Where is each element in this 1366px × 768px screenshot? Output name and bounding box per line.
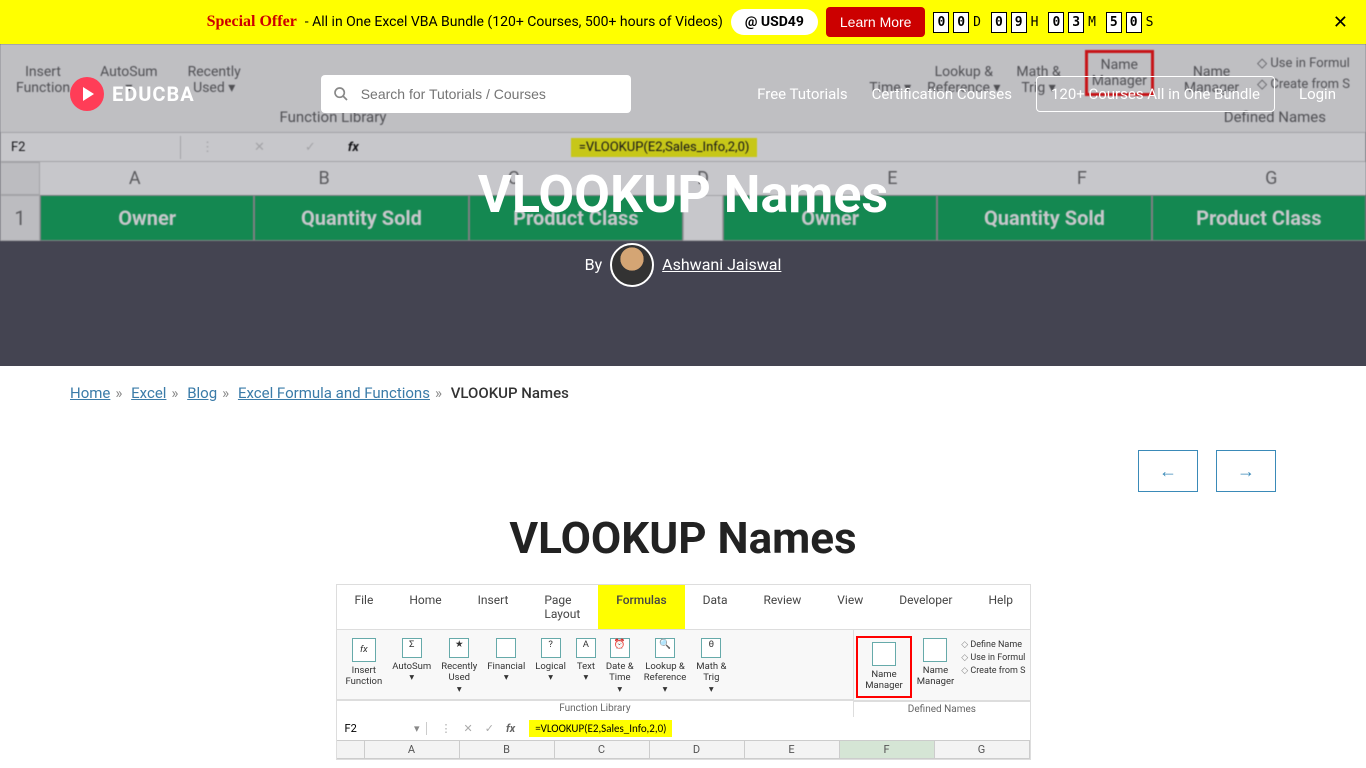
formula-bar: F2 ⋮✕✓fx =VLOOKUP(E2,Sales_Info,2,0): [337, 717, 1030, 741]
breadcrumb-excel[interactable]: Excel: [131, 384, 166, 402]
ribbon-name-manager-2: Name Manager: [912, 636, 959, 690]
formula-value: =VLOOKUP(E2,Sales_Info,2,0): [529, 720, 672, 737]
tab-file: File: [337, 585, 392, 629]
page-title: VLOOKUP Names: [478, 164, 888, 225]
price-badge: @ USD49: [731, 9, 818, 35]
close-icon[interactable]: ✕: [1333, 12, 1348, 33]
excel-tabs: File Home Insert Page Layout Formulas Da…: [337, 585, 1030, 630]
breadcrumb: Home» Excel» Blog» Excel Formula and Fun…: [0, 366, 1366, 420]
promo-bar: Special Offer - All in One Excel VBA Bun…: [0, 0, 1366, 44]
tab-formulas: Formulas: [598, 585, 684, 629]
ribbon-defined-names-list: Define Name Use in Formul Create from S: [959, 636, 1027, 680]
col-a: A: [365, 741, 460, 758]
countdown-m2: 3: [1068, 12, 1084, 33]
special-offer-label: Special Offer: [207, 13, 297, 31]
col-g: G: [935, 741, 1030, 758]
cell-reference: F2: [337, 722, 427, 735]
countdown-h1: 0: [991, 12, 1007, 33]
col-b: B: [460, 741, 555, 758]
countdown-h2: 9: [1011, 12, 1027, 33]
countdown-hours-label: H: [1031, 15, 1039, 30]
ribbon-insert-function: fxInsert Function: [341, 636, 388, 690]
hero-area: Insert Function AutoSum▾ Recently Used ▾…: [0, 44, 1366, 366]
countdown-s2: 0: [1126, 12, 1142, 33]
ribbon-name-manager-highlighted: Name Manager: [856, 636, 911, 698]
next-button[interactable]: →: [1216, 450, 1276, 492]
author-avatar: [610, 243, 654, 287]
ribbon-use-in-formula: Use in Formul: [961, 653, 1025, 663]
ribbon-financial: Financial▾: [482, 636, 530, 686]
tab-review: Review: [745, 585, 819, 629]
col-f-selected: F: [840, 741, 935, 758]
countdown: 00D 09H 03M 50S: [933, 12, 1159, 33]
countdown-minutes-label: M: [1088, 15, 1096, 30]
ribbon-recently-used: ★Recently Used▾: [436, 636, 482, 697]
countdown-days-label: D: [973, 15, 981, 30]
tab-help: Help: [970, 585, 1031, 629]
by-label: By: [585, 255, 603, 274]
prev-button[interactable]: ←: [1138, 450, 1198, 492]
countdown-d1: 0: [933, 12, 949, 33]
breadcrumb-home[interactable]: Home: [70, 384, 110, 402]
tab-page-layout: Page Layout: [526, 585, 598, 629]
tab-insert: Insert: [460, 585, 527, 629]
excel-ribbon: fxInsert Function ΣAutoSum▾ ★Recently Us…: [337, 630, 854, 700]
ribbon-create-from: Create from S: [961, 666, 1025, 676]
ribbon-logical: ?Logical▾: [530, 636, 571, 686]
hero-content: VLOOKUP Names By Ashwani Jaiswal: [0, 44, 1366, 366]
excel-screenshot: File Home Insert Page Layout Formulas Da…: [336, 584, 1031, 760]
nav-arrows: ← →: [0, 420, 1366, 512]
promo-text: - All in One Excel VBA Bundle (120+ Cour…: [305, 14, 723, 30]
ribbon-define-name: Define Name: [961, 640, 1025, 650]
breadcrumb-formula[interactable]: Excel Formula and Functions: [238, 384, 430, 402]
countdown-seconds-label: S: [1146, 15, 1154, 30]
ribbon-math: θMath & Trig▾: [691, 636, 731, 697]
ribbon-autosum: ΣAutoSum▾: [387, 636, 436, 686]
breadcrumb-blog[interactable]: Blog: [187, 384, 217, 402]
col-c: C: [555, 741, 650, 758]
ribbon-text: AText▾: [571, 636, 601, 686]
tab-developer: Developer: [881, 585, 970, 629]
learn-more-button[interactable]: Learn More: [826, 7, 926, 37]
column-headers: A B C D E F G: [337, 741, 1030, 759]
tab-home: Home: [391, 585, 459, 629]
function-library-label: Function Library: [337, 700, 854, 716]
countdown-m1: 0: [1048, 12, 1064, 33]
tab-view: View: [819, 585, 881, 629]
col-d: D: [650, 741, 745, 758]
author-link[interactable]: Ashwani Jaiswal: [662, 255, 781, 274]
defined-names-label: Defined Names: [854, 701, 1029, 717]
ribbon-datetime: ⏰Date & Time▾: [601, 636, 639, 697]
tab-data: Data: [685, 585, 746, 629]
article-title: VLOOKUP Names: [0, 512, 1366, 564]
countdown-s1: 5: [1106, 12, 1122, 33]
author-row: By Ashwani Jaiswal: [585, 243, 782, 287]
col-e: E: [745, 741, 840, 758]
countdown-d2: 0: [953, 12, 969, 33]
breadcrumb-current: VLOOKUP Names: [451, 384, 569, 402]
ribbon-lookup: 🔍Lookup & Reference▾: [639, 636, 692, 697]
